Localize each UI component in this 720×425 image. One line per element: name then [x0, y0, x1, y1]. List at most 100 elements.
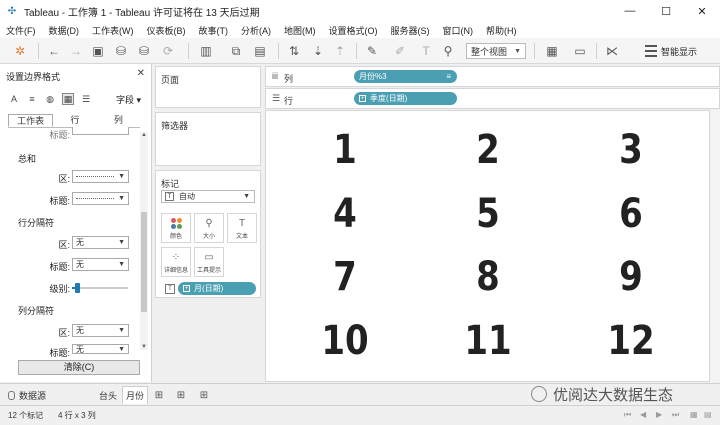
cell-3[interactable]: 3: [584, 127, 678, 173]
text-encoding-icon[interactable]: T: [165, 284, 175, 294]
undo-icon[interactable]: ←: [46, 43, 62, 59]
menu-server[interactable]: 服务器(S): [391, 24, 430, 37]
refresh-icon[interactable]: ⟳: [160, 43, 176, 59]
borders-format-icon[interactable]: ▦: [62, 93, 74, 105]
share-icon[interactable]: ⋉: [604, 43, 620, 59]
month-date-pill[interactable]: + 月(日期): [178, 282, 256, 295]
menu-window[interactable]: 窗口(N): [443, 24, 474, 37]
font-format-icon[interactable]: A: [8, 93, 20, 105]
mark-type-select[interactable]: T 自动 ▼: [161, 190, 255, 203]
previous-sheet-icon[interactable]: ◀: [640, 410, 646, 419]
partial-row-dropdown[interactable]: [72, 127, 129, 135]
pin-icon[interactable]: ⚲: [440, 43, 456, 59]
detail-button[interactable]: ⁘ 详细信息: [161, 247, 191, 277]
cell-4[interactable]: 4: [298, 191, 392, 237]
presentation-icon[interactable]: ▭: [572, 43, 588, 59]
col-divider-pane-dropdown[interactable]: 无 ▼: [72, 324, 129, 337]
menu-format[interactable]: 设置格式(O): [329, 24, 378, 37]
view-size-select[interactable]: 整个视图 ▼: [466, 43, 526, 59]
view-canvas[interactable]: 1 2 3 4 5 6 7 8 9 10 11 12: [265, 110, 710, 382]
quarter-date-pill[interactable]: + 季度(日期): [354, 92, 457, 105]
menu-help[interactable]: 帮助(H): [486, 24, 517, 37]
new-worksheet-icon[interactable]: ▥: [198, 43, 214, 59]
view-scrollbar[interactable]: [710, 110, 720, 382]
tableau-start-icon[interactable]: ✲: [12, 43, 28, 59]
cell-6[interactable]: 6: [584, 191, 678, 237]
pages-card[interactable]: 页面: [155, 66, 261, 108]
cell-12[interactable]: 12: [584, 318, 678, 364]
sort-ascending-icon[interactable]: ⇣: [310, 43, 326, 59]
color-button[interactable]: 颜色: [161, 213, 191, 243]
swap-icon[interactable]: ⇅: [286, 43, 302, 59]
tooltip-button[interactable]: ▭ 工具提示: [194, 247, 224, 277]
cell-5[interactable]: 5: [441, 191, 535, 237]
columns-shelf[interactable]: iii 列 月份%3 ≡: [265, 66, 720, 87]
row-divider-header-dropdown[interactable]: 无 ▼: [72, 258, 129, 271]
last-sheet-icon[interactable]: ⏭: [672, 410, 679, 420]
sheet-tab-month[interactable]: 月份: [122, 386, 148, 404]
grid-view-icon[interactable]: ▦: [690, 410, 698, 419]
menu-story[interactable]: 故事(T): [199, 24, 229, 37]
minimize-button[interactable]: —: [612, 0, 648, 22]
cell-8[interactable]: 8: [441, 254, 535, 300]
tab-columns[interactable]: 列: [97, 114, 140, 127]
redo-icon[interactable]: →: [68, 43, 84, 59]
month-mod3-pill[interactable]: 月份%3 ≡: [354, 70, 457, 83]
next-sheet-icon[interactable]: ▶: [656, 410, 662, 419]
tab-worksheet[interactable]: 工作表: [8, 114, 54, 127]
row-divider-pane-dropdown[interactable]: 无 ▼: [72, 236, 129, 249]
close-icon[interactable]: ✕: [137, 68, 145, 79]
scrollbar-thumb[interactable]: [141, 212, 147, 312]
duplicate-sheet-icon[interactable]: ⧉: [228, 43, 244, 59]
highlight-icon[interactable]: ✎: [364, 43, 380, 59]
pause-updates-icon[interactable]: ⛁: [136, 43, 152, 59]
menu-dashboard[interactable]: 仪表板(B): [147, 24, 186, 37]
smart-show-button[interactable]: 智能显示: [645, 43, 697, 59]
menu-map[interactable]: 地图(M): [284, 24, 316, 37]
level-slider[interactable]: [72, 283, 128, 293]
sheet-tab-header[interactable]: 台头: [94, 386, 122, 404]
show-labels-icon[interactable]: T: [418, 43, 434, 59]
menu-analysis[interactable]: 分析(A): [241, 24, 271, 37]
filmstrip-view-icon[interactable]: ▤: [704, 410, 712, 419]
shading-format-icon[interactable]: ◍: [44, 93, 56, 105]
data-source-tab[interactable]: 数据源: [8, 389, 46, 402]
clear-sheet-icon[interactable]: ▤: [252, 43, 268, 59]
new-worksheet-icon[interactable]: ⊞: [153, 389, 165, 401]
cell-1[interactable]: 1: [298, 127, 392, 173]
rows-shelf[interactable]: ☰ 行 + 季度(日期): [265, 88, 720, 109]
maximize-button[interactable]: ☐: [648, 0, 684, 22]
menu-worksheet[interactable]: 工作表(W): [92, 24, 134, 37]
alignment-format-icon[interactable]: ≡: [26, 93, 38, 105]
scroll-up-icon[interactable]: ▲: [140, 132, 148, 138]
new-datasource-icon[interactable]: ⛁: [113, 43, 129, 59]
col-divider-header-dropdown[interactable]: 无 ▼: [72, 344, 129, 354]
slider-handle[interactable]: [74, 283, 80, 293]
new-dashboard-icon[interactable]: ⊞: [175, 389, 187, 401]
filters-card[interactable]: 筛选器: [155, 112, 261, 166]
lines-format-icon[interactable]: ☰: [80, 93, 92, 105]
sort-descending-icon[interactable]: ⇡: [332, 43, 348, 59]
menu-data[interactable]: 数据(D): [49, 24, 80, 37]
panel-scrollbar[interactable]: ▲ ▼: [140, 132, 148, 350]
cell-10[interactable]: 10: [298, 318, 392, 364]
size-button[interactable]: ⚲ 大小: [194, 213, 224, 243]
tab-rows[interactable]: 行: [53, 114, 96, 127]
totals-pane-dropdown[interactable]: ▼: [72, 170, 129, 183]
menu-file[interactable]: 文件(F): [6, 24, 36, 37]
cell-2[interactable]: 2: [441, 127, 535, 173]
cell-11[interactable]: 11: [441, 318, 535, 364]
cell-7[interactable]: 7: [298, 254, 392, 300]
scroll-down-icon[interactable]: ▼: [140, 344, 148, 350]
first-sheet-icon[interactable]: ⏮: [624, 410, 631, 420]
cell-9[interactable]: 9: [584, 254, 678, 300]
show-cards-icon[interactable]: ▦: [544, 43, 560, 59]
save-icon[interactable]: ▣: [90, 43, 106, 59]
totals-header-dropdown[interactable]: ▼: [72, 192, 129, 205]
text-button[interactable]: T 文本: [227, 213, 257, 243]
clear-button[interactable]: 清除(C): [18, 360, 140, 375]
new-story-icon[interactable]: ⊞: [198, 389, 210, 401]
group-icon[interactable]: ✐: [392, 43, 408, 59]
close-button[interactable]: ✕: [684, 0, 720, 22]
field-dropdown[interactable]: 字段 ▾: [116, 93, 141, 106]
